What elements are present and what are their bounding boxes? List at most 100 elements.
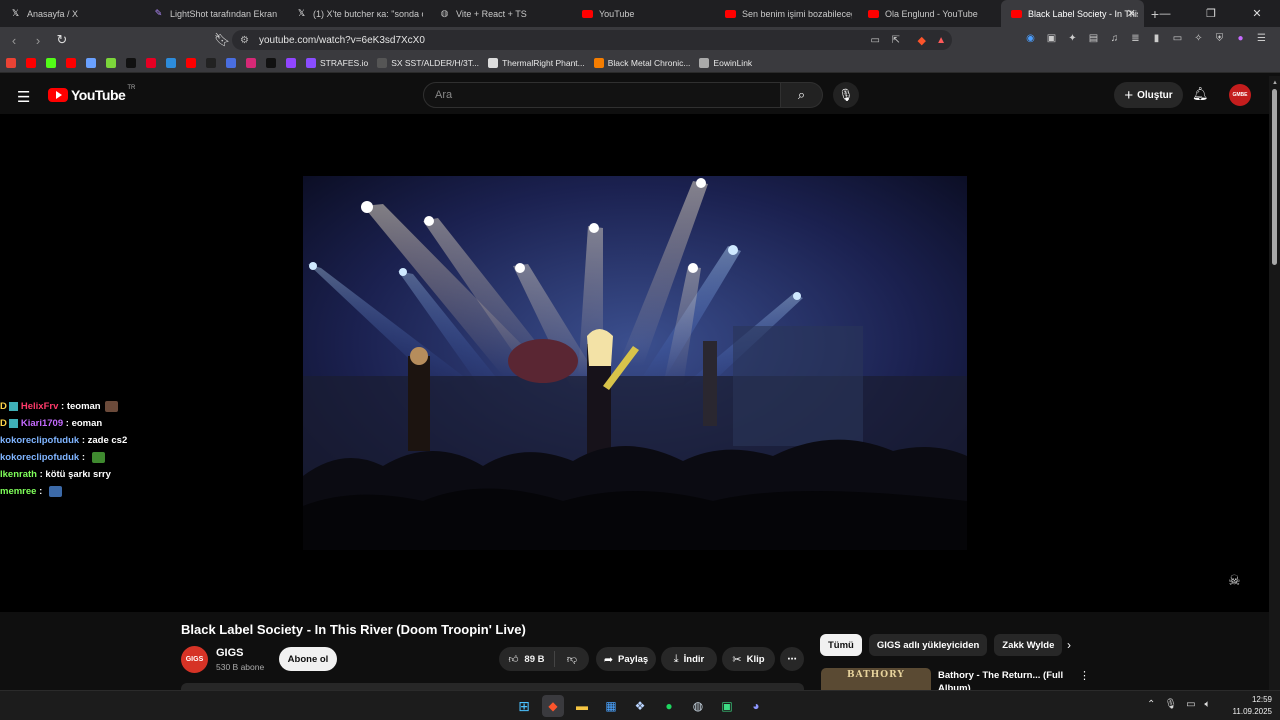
file-explorer-icon[interactable]: ▬ [571, 695, 593, 717]
browser-tab[interactable]: Ola Englund - YouTube [858, 0, 1001, 27]
bookmark-item[interactable]: ThermalRight Phant... [488, 57, 585, 68]
close-tab-icon[interactable]: ✕ [1127, 7, 1136, 20]
profile-icon[interactable]: ● [1234, 31, 1247, 45]
more-actions-button[interactable]: ⋯ [780, 647, 804, 671]
extensions-icon[interactable]: ✦ [1066, 31, 1079, 45]
leo-ai-icon[interactable]: ✧ [1192, 31, 1205, 45]
system-clock[interactable]: 12:59 11.09.2025 [1222, 694, 1272, 718]
account-avatar[interactable]: GMBE [1229, 84, 1251, 106]
spotify-icon[interactable]: ● [658, 695, 680, 717]
brave-shield-icon[interactable]: ◆ [918, 34, 926, 47]
tray-overflow-icon[interactable]: ⌃ [1147, 699, 1155, 710]
scrollbar-thumb[interactable] [1272, 89, 1277, 265]
video-player[interactable]: ☠︎ [0, 114, 1269, 612]
share-button[interactable]: ➦ Paylaş [596, 647, 656, 671]
picture-in-picture-icon[interactable]: ▣ [1045, 31, 1058, 45]
reload-icon[interactable]: ↻ [52, 30, 72, 50]
channel-name[interactable]: GIGS [216, 647, 244, 659]
bookmark-item[interactable] [286, 57, 300, 68]
photos-icon[interactable]: ▦ [600, 695, 622, 717]
subscribe-button[interactable]: Abone ol [279, 647, 337, 671]
bookmark-item[interactable] [6, 57, 20, 68]
bookmark-item[interactable] [166, 57, 180, 68]
bookmark-item[interactable] [106, 57, 120, 68]
video-frame[interactable] [303, 176, 967, 550]
filter-chip[interactable]: Zakk Wylde [994, 634, 1063, 656]
search-input[interactable]: Ara [423, 82, 781, 108]
channel-watermark-icon[interactable]: ☠︎ [1228, 572, 1241, 589]
tray-volume-icon[interactable]: 🔈︎ [1205, 699, 1211, 710]
like-button[interactable]: 👍︎ 89 B [499, 651, 555, 667]
bookmark-item[interactable] [246, 57, 260, 68]
bookmark-page-icon[interactable]: 🔖︎ [212, 30, 232, 50]
more-vertical-icon[interactable]: ⋮ [1079, 669, 1090, 682]
download-button[interactable]: ⤓ İndir [661, 647, 717, 671]
scroll-up-icon[interactable]: ▲ [1272, 80, 1278, 86]
bookmark-item[interactable]: SX SST/ALDER/H/3T... [377, 57, 479, 68]
site-info-icon[interactable]: ⚙︎ [240, 35, 249, 46]
sidebar-icon[interactable]: ▮ [1150, 31, 1163, 45]
bookmark-item[interactable] [66, 57, 80, 68]
wallet-icon[interactable]: ▭ [1171, 31, 1184, 45]
voice-search-button[interactable]: 🎙︎ [833, 82, 859, 108]
minimize-button[interactable]: — [1142, 0, 1188, 27]
more-horizontal-icon: ⋯ [787, 653, 797, 665]
reading-list-icon[interactable]: ≣ [1129, 31, 1142, 45]
recommendation-thumbnail[interactable]: BATHORY [821, 668, 931, 690]
youtube-logo[interactable]: YouTube TR [48, 85, 135, 103]
maximize-button[interactable]: ❐ [1188, 0, 1234, 27]
filter-chip[interactable]: GIGS adlı yükleyiciden [868, 634, 988, 656]
tray-mic-icon[interactable]: 🎙︎ [1164, 699, 1177, 710]
browser-tab[interactable]: Sen benim işimi bozabileceğini [715, 0, 858, 27]
bookmark-item[interactable] [186, 57, 200, 68]
browser-tab[interactable]: 𝕏(1) X'te butcher κa: "sonda okunu [286, 0, 429, 27]
discord-icon[interactable]: ◕ [745, 695, 767, 717]
browser-tab[interactable]: YouTube [572, 0, 715, 27]
browser-tab[interactable]: ◍ Vite + React + TS [429, 0, 572, 27]
bookmark-item[interactable]: Black Metal Chronic... [593, 57, 690, 68]
bookmark-item[interactable] [26, 57, 40, 68]
clip-button[interactable]: ✂ Klip [722, 647, 775, 671]
search-button[interactable]: ⌕ [781, 82, 823, 108]
android-app-icon[interactable]: ▣ [716, 695, 738, 717]
channel-avatar[interactable]: GIGS [181, 646, 208, 673]
address-bar[interactable]: ⚙︎ youtube.com/watch?v=6eK3sd7XcX0 ▭ ⇱ ◆… [232, 30, 952, 50]
brave-browser-icon[interactable]: ◆ [542, 695, 564, 717]
steam-icon[interactable]: ◍ [687, 695, 709, 717]
bookmark-item[interactable] [86, 57, 100, 68]
tray-display-icon[interactable]: ▭ [1186, 699, 1195, 710]
youtube-icon [26, 57, 36, 68]
menu-icon[interactable]: ☰ [17, 88, 30, 106]
bookmark-item[interactable] [206, 57, 220, 68]
music-icon[interactable]: ♫ [1108, 31, 1121, 45]
dislike-button[interactable]: 👎︎ [555, 653, 589, 665]
share-icon[interactable]: ⇱ [892, 35, 900, 46]
brave-rewards-icon[interactable]: ▲ [936, 35, 946, 46]
browser-tab[interactable]: 𝕏 Anasayfa / X [0, 0, 143, 27]
capture-icon[interactable]: ▤ [1087, 31, 1100, 45]
bookmark-item[interactable]: EowinLink [699, 57, 752, 68]
forward-icon[interactable]: › [28, 30, 48, 50]
back-icon[interactable]: ‹ [4, 30, 24, 50]
page-scrollbar[interactable]: ▲ [1269, 76, 1280, 690]
browser-menu-icon[interactable]: ☰ [1255, 31, 1268, 45]
bookmark-item[interactable] [226, 57, 240, 68]
chevron-right-icon[interactable]: › [1067, 638, 1071, 652]
screencast-icon[interactable]: ▭ [871, 35, 880, 46]
instagram-icon [246, 57, 256, 68]
bookmark-item[interactable] [46, 57, 60, 68]
browser-tab[interactable]: ✎LightShot tarafından Ekran Görüntüsü [143, 0, 286, 27]
browser-tab[interactable]: Black Label Society - In This River✕ [1001, 0, 1144, 27]
close-window-button[interactable]: ✕ [1234, 0, 1280, 27]
notifications-bell-icon[interactable]: 🔔︎ [1192, 86, 1209, 102]
bookmark-item[interactable] [146, 57, 160, 68]
windows-start-icon[interactable]: ⊞ [513, 695, 535, 717]
audio-icon[interactable]: ◉ [1024, 31, 1037, 45]
bookmark-item[interactable] [126, 57, 140, 68]
network-app-icon[interactable]: ❖ [629, 695, 651, 717]
vpn-icon[interactable]: ⛨ [1213, 31, 1226, 45]
create-button[interactable]: + Oluştur [1114, 82, 1183, 108]
bookmark-item[interactable] [266, 57, 280, 68]
bookmark-item[interactable]: STRAFES.io [306, 57, 368, 68]
filter-chip[interactable]: Tümü [820, 634, 862, 656]
